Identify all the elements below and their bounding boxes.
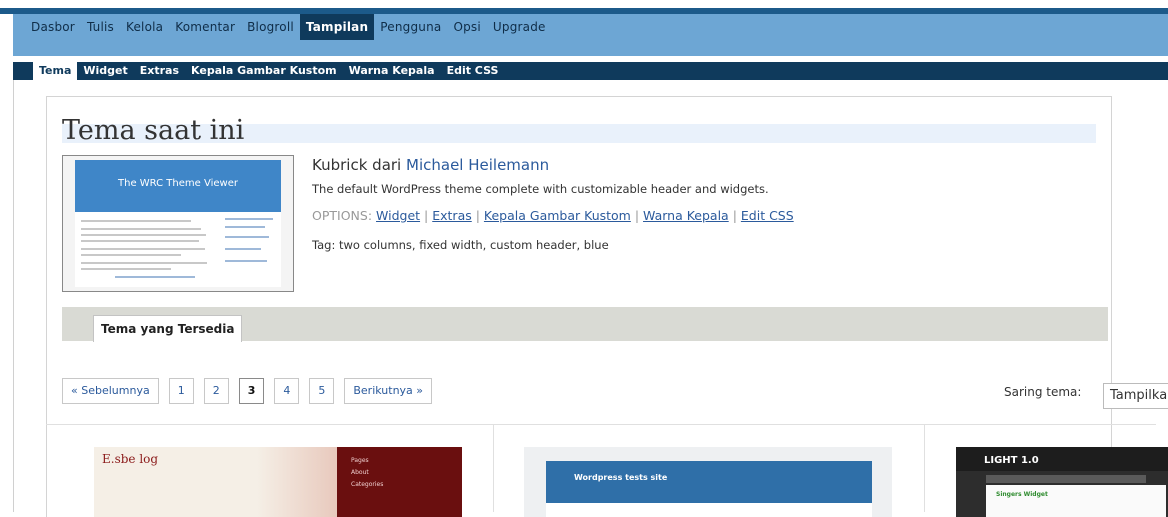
admin-menu-bar: Dasbor Tulis Kelola Komentar Blogroll Ta… bbox=[13, 14, 1168, 56]
thumbnail-title: Wordpress tests site bbox=[574, 473, 668, 482]
theme-thumbnail-2[interactable]: Wordpress tests site bbox=[524, 447, 892, 517]
current-theme-screenshot: The WRC Theme Viewer bbox=[62, 155, 294, 292]
pagination: « Sebelumnya 1 2 3 4 5 Berikutnya » bbox=[62, 378, 433, 404]
thumbnail-sidebar: Pages About Categories bbox=[337, 447, 462, 517]
nav-pengguna[interactable]: Pengguna bbox=[374, 14, 447, 40]
nav-tulis[interactable]: Tulis bbox=[81, 14, 120, 40]
nav-upgrade[interactable]: Upgrade bbox=[487, 14, 552, 40]
nav-komentar[interactable]: Komentar bbox=[169, 14, 241, 40]
option-widget-link[interactable]: Widget bbox=[376, 208, 420, 223]
subnav-extras[interactable]: Extras bbox=[134, 62, 185, 80]
subnav-tema[interactable]: Tema bbox=[33, 62, 78, 80]
available-themes-bar: Tema yang Tersedia bbox=[62, 307, 1108, 342]
sub-nav: Tema Widget Extras Kepala Gambar Kustom … bbox=[33, 62, 504, 80]
column-divider bbox=[924, 424, 925, 512]
theme-description: The default WordPress theme complete wit… bbox=[312, 182, 769, 196]
theme-tags: Tag: two columns, fixed width, custom he… bbox=[312, 238, 609, 252]
theme-by: dari bbox=[372, 156, 402, 174]
subnav-widget[interactable]: Widget bbox=[77, 62, 133, 80]
option-extras-link[interactable]: Extras bbox=[432, 208, 472, 223]
current-theme-info: Kubrick dari Michael Heilemann The defau… bbox=[312, 156, 794, 252]
thumb-sidebar-item: Pages bbox=[351, 457, 369, 464]
filter-theme-button[interactable]: Tampilkan bbox=[1103, 383, 1168, 409]
top-stripe bbox=[0, 0, 1168, 14]
theme-author-link[interactable]: Michael Heilemann bbox=[406, 156, 549, 174]
page-title: Tema saat ini bbox=[62, 115, 245, 146]
prev-page-button[interactable]: « Sebelumnya bbox=[62, 378, 159, 404]
available-themes-tab[interactable]: Tema yang Tersedia bbox=[93, 315, 243, 342]
page-3-current: 3 bbox=[238, 378, 265, 404]
nav-opsi[interactable]: Opsi bbox=[447, 14, 486, 40]
column-divider bbox=[493, 424, 494, 512]
page-1-button[interactable]: 1 bbox=[168, 378, 194, 404]
screenshot-title: The WRC Theme Viewer bbox=[118, 178, 238, 189]
page-2-button[interactable]: 2 bbox=[203, 378, 229, 404]
screenshot-header: The WRC Theme Viewer bbox=[75, 160, 281, 212]
option-warna-kepala-link[interactable]: Warna Kepala bbox=[643, 208, 729, 223]
theme-thumbnail-1[interactable]: Pages About Categories E.sbe log bbox=[94, 447, 462, 517]
frame-border bbox=[13, 80, 14, 512]
option-edit-css-link[interactable]: Edit CSS bbox=[741, 208, 794, 223]
nav-blogroll[interactable]: Blogroll bbox=[241, 14, 300, 40]
main-nav: Dasbor Tulis Kelola Komentar Blogroll Ta… bbox=[25, 14, 552, 40]
thumbnail-header: Wordpress tests site bbox=[546, 461, 872, 503]
themes-grid-divider bbox=[46, 424, 1156, 425]
page-5-button[interactable]: 5 bbox=[309, 378, 335, 404]
next-page-button[interactable]: Berikutnya » bbox=[344, 378, 433, 404]
sub-menu-bar: Tema Widget Extras Kepala Gambar Kustom … bbox=[13, 62, 1168, 80]
filter-label: Saring tema: bbox=[1004, 385, 1082, 399]
theme-name-line: Kubrick dari Michael Heilemann bbox=[312, 156, 549, 174]
subnav-kepala-gambar-kustom[interactable]: Kepala Gambar Kustom bbox=[185, 62, 343, 80]
page-4-button[interactable]: 4 bbox=[274, 378, 300, 404]
thumbnail-title: LIGHT 1.0 bbox=[984, 455, 1039, 466]
thumb-sidebar-item: About bbox=[351, 469, 369, 476]
option-kepala-gambar-kustom-link[interactable]: Kepala Gambar Kustom bbox=[484, 208, 631, 223]
screenshot-body bbox=[75, 212, 281, 287]
nav-kelola[interactable]: Kelola bbox=[120, 14, 169, 40]
subnav-edit-css[interactable]: Edit CSS bbox=[441, 62, 505, 80]
thumbnail-subtitle: Singers Widget bbox=[996, 491, 1048, 498]
theme-options: OPTIONS: Widget | Extras | Kepala Gambar… bbox=[312, 208, 794, 223]
nav-dasbor[interactable]: Dasbor bbox=[25, 14, 81, 40]
thumb-sidebar-item: Categories bbox=[351, 481, 384, 488]
options-label: OPTIONS: bbox=[312, 208, 373, 223]
subnav-warna-kepala[interactable]: Warna Kepala bbox=[343, 62, 441, 80]
nav-tampilan[interactable]: Tampilan bbox=[299, 14, 375, 40]
theme-name: Kubrick bbox=[312, 156, 368, 174]
theme-thumbnail-3[interactable]: LIGHT 1.0 Singers Widget bbox=[956, 447, 1168, 517]
thumbnail-title: E.sbe log bbox=[102, 452, 159, 466]
